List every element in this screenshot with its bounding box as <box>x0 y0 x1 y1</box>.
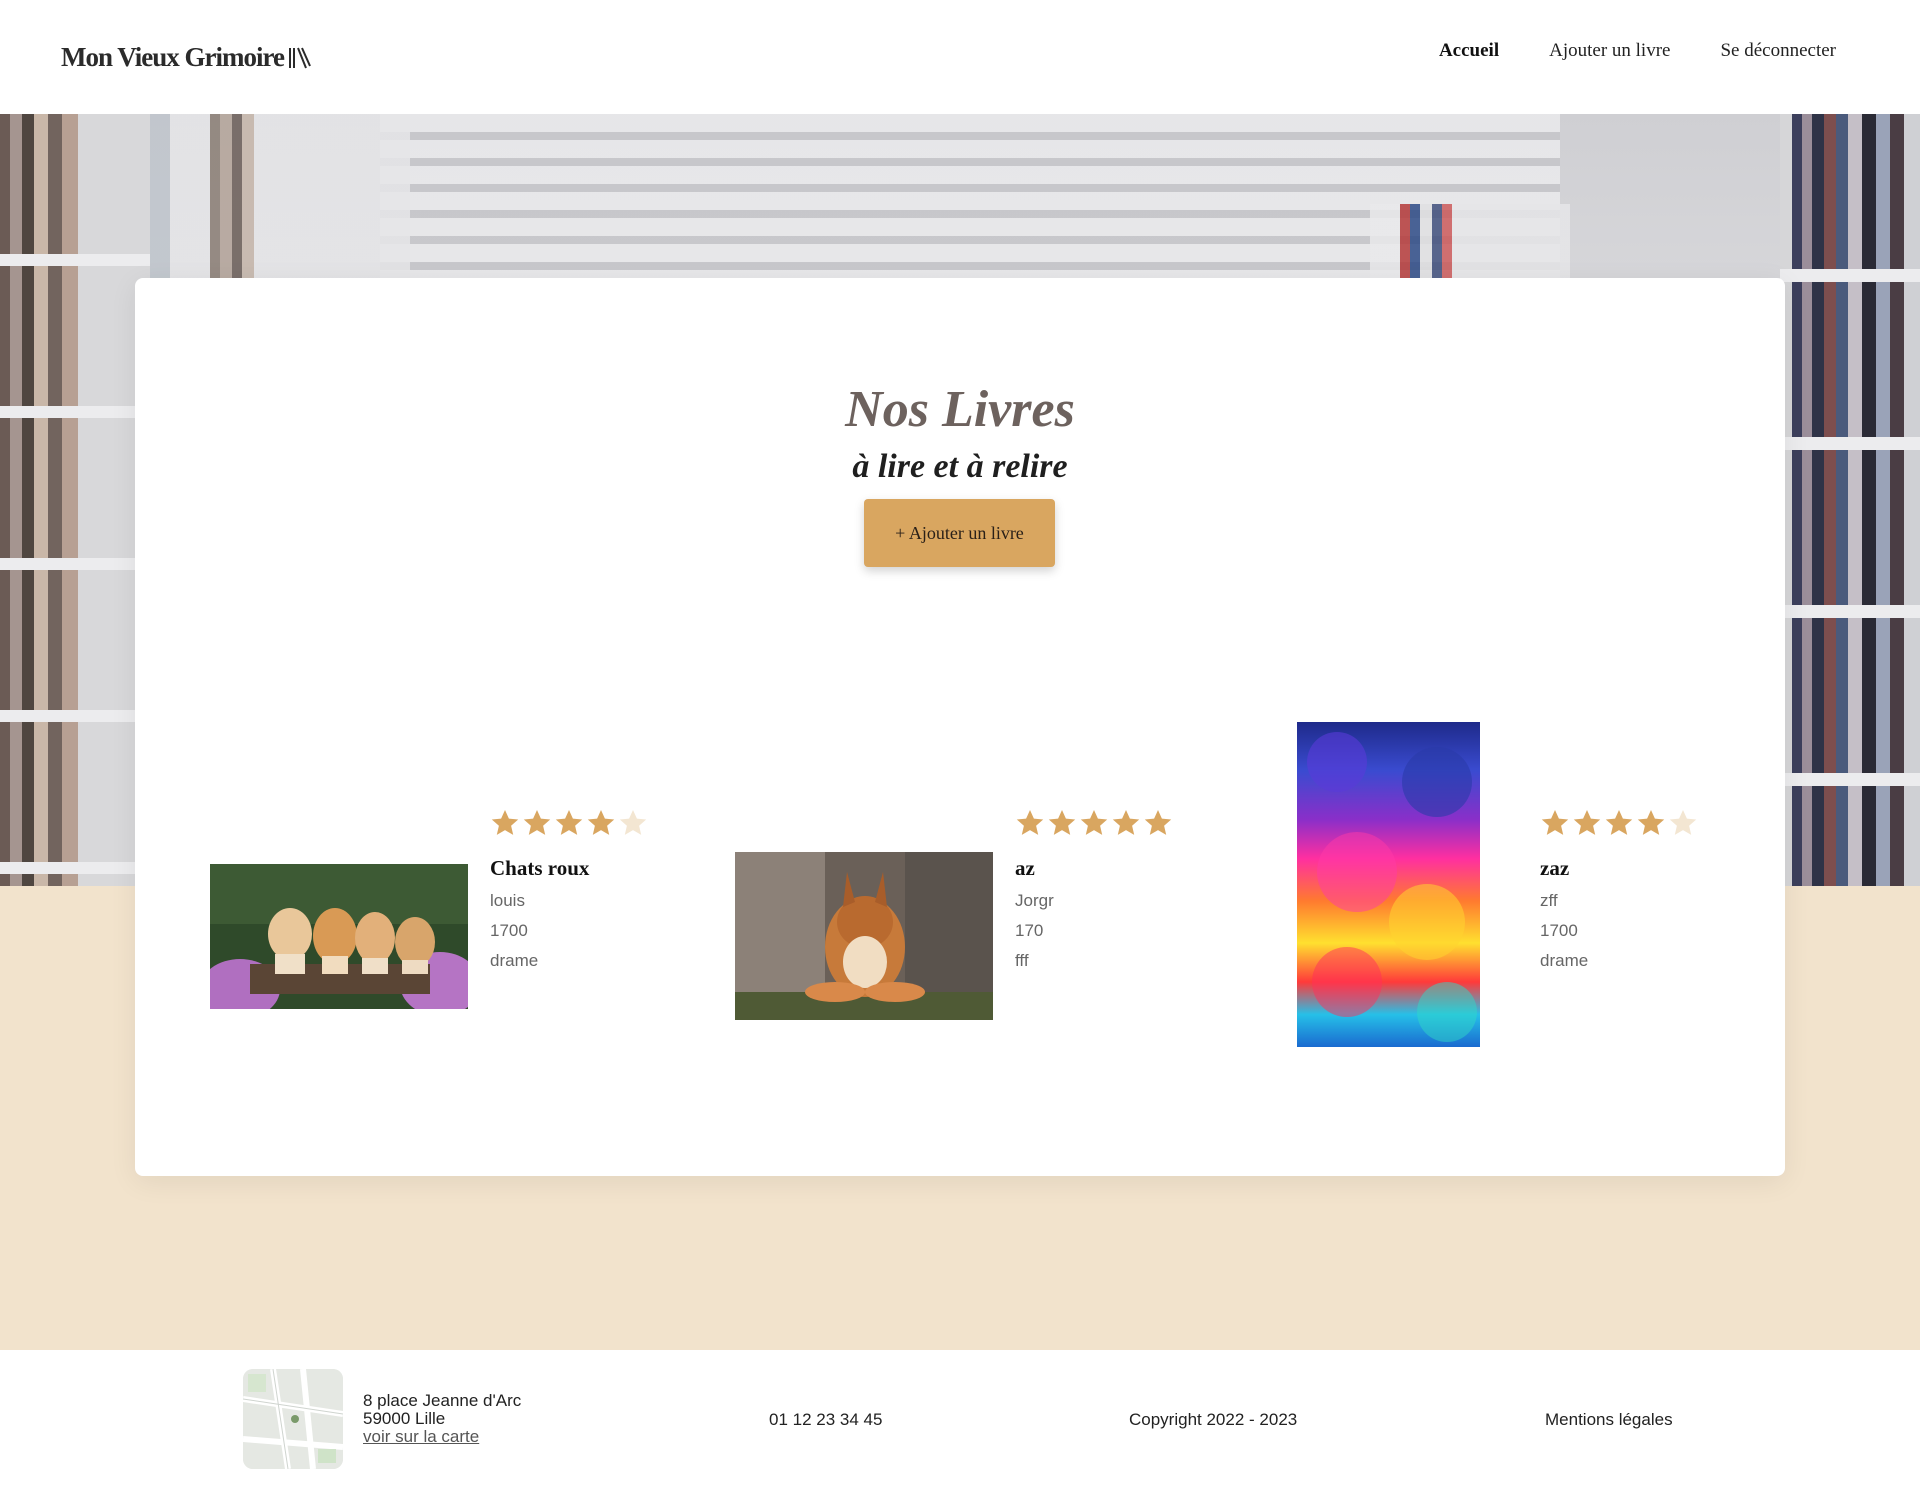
star-filled-icon <box>554 808 584 842</box>
star-filled-icon <box>522 808 552 842</box>
site-logo[interactable]: Mon Vieux Grimoire <box>61 42 312 73</box>
book-cover-squirrel[interactable] <box>735 852 993 1020</box>
rating-stars <box>1015 808 1173 842</box>
book-info: Chats roux louis 1700 drame <box>490 808 648 971</box>
footer-phone: 01 12 23 34 45 <box>769 1410 883 1429</box>
book-info: zaz zff 1700 drame <box>1540 808 1698 971</box>
book-title[interactable]: zaz <box>1540 856 1698 881</box>
bookshelf-right <box>1780 114 1920 886</box>
star-filled-icon <box>490 808 520 842</box>
nav-se-deconnecter[interactable]: Se déconnecter <box>1720 40 1836 62</box>
star-filled-icon <box>1604 808 1634 842</box>
book-author: louis <box>490 891 525 910</box>
star-empty-icon <box>1668 808 1698 842</box>
star-filled-icon <box>586 808 616 842</box>
book-genre: fff <box>1015 951 1029 970</box>
book-logo-icon <box>288 47 311 68</box>
book-title[interactable]: Chats roux <box>490 856 648 881</box>
nav-accueil[interactable]: Accueil <box>1439 40 1499 62</box>
star-filled-icon <box>1540 808 1570 842</box>
site-header: Mon Vieux Grimoire Accueil Ajouter un li… <box>0 0 1920 114</box>
star-filled-icon <box>1079 808 1109 842</box>
book-year: 170 <box>1015 921 1044 940</box>
nav-ajouter-livre[interactable]: Ajouter un livre <box>1549 40 1670 62</box>
map-link[interactable]: voir sur la carte <box>363 1427 479 1446</box>
footer-address: 8 place Jeanne d'Arc 59000 Lille voir su… <box>363 1392 521 1446</box>
bookshelf-left <box>0 114 150 886</box>
main-nav: Accueil Ajouter un livre Se déconnecter <box>1439 40 1836 62</box>
address-line2: 59000 Lille <box>363 1409 446 1428</box>
address-line1: 8 place Jeanne d'Arc <box>363 1391 522 1410</box>
book-info: az Jorgr 170 fff <box>1015 808 1173 971</box>
star-filled-icon <box>1015 808 1045 842</box>
add-book-button[interactable]: + Ajouter un livre <box>864 499 1055 567</box>
legal-link[interactable]: Mentions légales <box>1545 1410 1673 1430</box>
page-title: Nos Livres <box>845 381 1075 438</box>
map-thumbnail[interactable] <box>243 1369 343 1469</box>
star-filled-icon <box>1111 808 1141 842</box>
book-year: 1700 <box>1540 921 1578 940</box>
book-genre: drame <box>1540 951 1589 970</box>
star-filled-icon <box>1047 808 1077 842</box>
book-genre: drame <box>490 951 539 970</box>
books-card: Nos Livres à lire et à relire + Ajouter … <box>135 278 1785 1176</box>
book-author: Jorgr <box>1015 891 1054 910</box>
footer-copyright: Copyright 2022 - 2023 <box>1129 1410 1298 1429</box>
page-subtitle: à lire et à relire <box>852 448 1068 485</box>
book-cover-kittens[interactable] <box>210 864 468 1009</box>
book-year: 1700 <box>490 921 528 940</box>
book-author: zff <box>1540 891 1558 910</box>
star-filled-icon <box>1143 808 1173 842</box>
book-title[interactable]: az <box>1015 856 1173 881</box>
site-footer: 8 place Jeanne d'Arc 59000 Lille voir su… <box>0 1350 1920 1489</box>
star-filled-icon <box>1572 808 1602 842</box>
rating-stars <box>1540 808 1698 842</box>
star-empty-icon <box>618 808 648 842</box>
rating-stars <box>490 808 648 842</box>
star-filled-icon <box>1636 808 1666 842</box>
logo-text: Mon Vieux Grimoire <box>61 42 285 72</box>
book-cover-clouds[interactable] <box>1297 722 1480 1047</box>
